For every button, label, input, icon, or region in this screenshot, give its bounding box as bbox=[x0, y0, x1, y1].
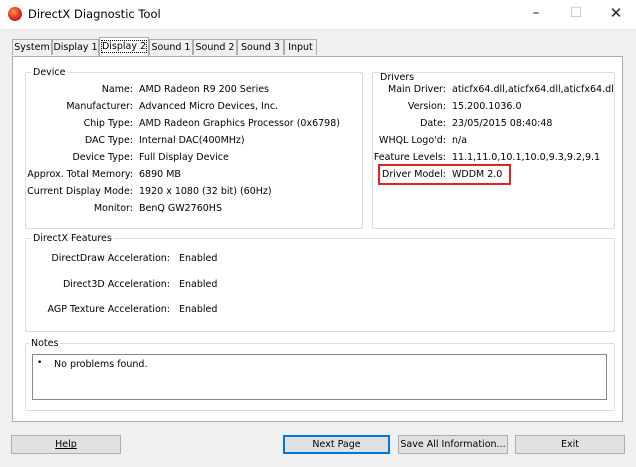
notes-group: Notes • No problems found. bbox=[25, 338, 615, 411]
driver-model-highlight-box bbox=[378, 164, 511, 185]
help-button[interactable]: Help bbox=[11, 435, 121, 454]
driver-date-value: 23/05/2015 08:40:48 bbox=[452, 118, 553, 129]
device-type-label: Device Type: bbox=[72, 152, 133, 163]
device-type-value: Full Display Device bbox=[139, 152, 229, 163]
direct3d-label: Direct3D Acceleration: bbox=[62, 279, 170, 290]
agp-label: AGP Texture Acceleration: bbox=[47, 304, 170, 315]
directx-app-icon bbox=[8, 7, 22, 21]
whql-label: WHQL Logo'd: bbox=[379, 135, 446, 146]
display-tab-panel: Device Name: AMD Radeon R9 200 Series Ma… bbox=[12, 56, 623, 422]
device-legend: Device bbox=[31, 67, 68, 78]
tab-input[interactable]: Input bbox=[284, 39, 317, 55]
save-all-information-button[interactable]: Save All Information... bbox=[398, 435, 508, 454]
notes-list[interactable]: • No problems found. bbox=[32, 354, 607, 400]
note-bullet: • bbox=[37, 358, 43, 368]
note-item: No problems found. bbox=[54, 359, 148, 370]
whql-value: n/a bbox=[452, 135, 468, 146]
device-name-label: Name: bbox=[101, 84, 133, 95]
directx-features-group: DirectX Features DirectDraw Acceleration… bbox=[25, 233, 615, 332]
display-mode-value: 1920 x 1080 (32 bit) (60Hz) bbox=[139, 186, 272, 197]
main-driver-label: Main Driver: bbox=[388, 84, 446, 95]
next-page-button[interactable]: Next Page bbox=[283, 435, 390, 454]
notes-legend: Notes bbox=[29, 338, 61, 349]
main-driver-value: aticfx64.dll,aticfx64.dll,aticfx64.dll,a bbox=[452, 84, 615, 95]
tab-display-1[interactable]: Display 1 bbox=[52, 39, 99, 55]
chip-type-value: AMD Radeon Graphics Processor (0x6798) bbox=[139, 118, 340, 129]
directdraw-label: DirectDraw Acceleration: bbox=[51, 253, 170, 264]
minimize-icon[interactable]: – bbox=[514, 0, 558, 29]
tab-display-2[interactable]: Display 2 bbox=[99, 37, 149, 56]
dac-type-label: DAC Type: bbox=[84, 135, 133, 146]
tab-system[interactable]: System bbox=[12, 39, 52, 55]
directdraw-value: Enabled bbox=[179, 253, 218, 264]
maximize-icon[interactable]: ☐ bbox=[554, 0, 598, 29]
window-title: DirectX Diagnostic Tool bbox=[28, 7, 161, 21]
device-group: Device Name: AMD Radeon R9 200 Series Ma… bbox=[25, 67, 363, 229]
tab-sound-3[interactable]: Sound 3 bbox=[237, 39, 284, 55]
monitor-value: BenQ GW2760HS bbox=[139, 203, 222, 214]
tab-sound-1[interactable]: Sound 1 bbox=[149, 39, 193, 55]
exit-button[interactable]: Exit bbox=[515, 435, 625, 454]
device-name-value: AMD Radeon R9 200 Series bbox=[139, 84, 270, 95]
monitor-label: Monitor: bbox=[93, 203, 133, 214]
drivers-legend: Drivers bbox=[378, 72, 417, 83]
features-legend: DirectX Features bbox=[31, 233, 114, 244]
dac-type-value: Internal DAC(400MHz) bbox=[139, 135, 245, 146]
agp-value: Enabled bbox=[179, 304, 218, 315]
tab-sound-2[interactable]: Sound 2 bbox=[193, 39, 237, 55]
feature-levels-label: Feature Levels: bbox=[373, 152, 446, 163]
total-memory-value: 6890 MB bbox=[139, 169, 181, 180]
display-mode-label: Current Display Mode: bbox=[27, 186, 133, 197]
manufacturer-value: Advanced Micro Devices, Inc. bbox=[139, 101, 279, 112]
manufacturer-label: Manufacturer: bbox=[66, 101, 133, 112]
driver-version-value: 15.200.1036.0 bbox=[452, 101, 522, 112]
feature-levels-value: 11.1,11.0,10.1,10.0,9.3,9.2,9.1 bbox=[452, 152, 601, 163]
total-memory-label: Approx. Total Memory: bbox=[27, 169, 133, 180]
direct3d-value: Enabled bbox=[179, 279, 218, 290]
driver-version-label: Version: bbox=[407, 101, 446, 112]
driver-date-label: Date: bbox=[420, 118, 446, 129]
title-bar: DirectX Diagnostic Tool – ☐ ✕ bbox=[0, 0, 636, 30]
drivers-group: Drivers Main Driver: aticfx64.dll,aticfx… bbox=[372, 72, 615, 229]
close-icon[interactable]: ✕ bbox=[594, 0, 636, 29]
chip-type-label: Chip Type: bbox=[83, 118, 133, 129]
